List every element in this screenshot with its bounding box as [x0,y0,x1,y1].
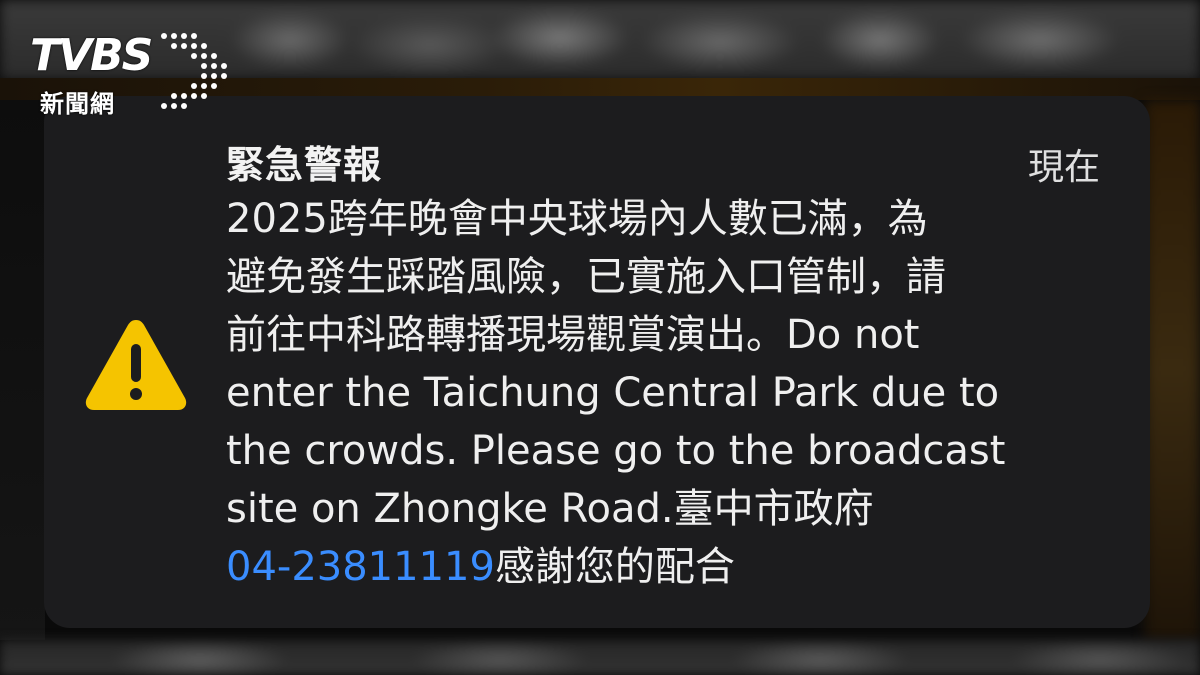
logo-subtitle: 新聞網 [40,90,115,118]
alert-title: 緊急警報 [226,143,383,187]
message-line: 前往中科路轉播現場觀賞演出。Do not [226,312,920,358]
alert-message: 2025跨年晚會中央球場內人數已滿，為 避免發生踩踏風險，已實施入口管制，請 前… [226,190,1106,596]
logo-dot-pattern-icon [161,33,227,109]
message-line: enter the Taichung Central Park due to [226,370,1000,416]
screenshot: 緊急警報 現在 2025跨年晚會中央球場內人數已滿，為 避免發生踩踏風險，已實施… [0,0,1200,675]
background-left [0,100,45,640]
phone-number-link[interactable]: 04-23811119 [226,544,495,590]
message-line-last: 04-23811119感謝您的配合 [226,538,1106,596]
message-line: 2025跨年晚會中央球場內人數已滿，為 [226,196,928,242]
background-right [1145,100,1200,640]
warning-triangle-icon [85,320,187,410]
alert-time: 現在 [1027,147,1100,188]
message-line: 避免發生踩踏風險，已實施入口管制，請 [226,254,946,300]
logo-brand: TVBS [30,30,153,81]
message-line: site on Zhongke Road.臺中市政府 [226,486,874,532]
message-line: the crowds. Please go to the broadcast [226,428,1006,474]
background-photo-bottom [0,640,1200,675]
closing-text: 感謝您的配合 [494,544,735,590]
